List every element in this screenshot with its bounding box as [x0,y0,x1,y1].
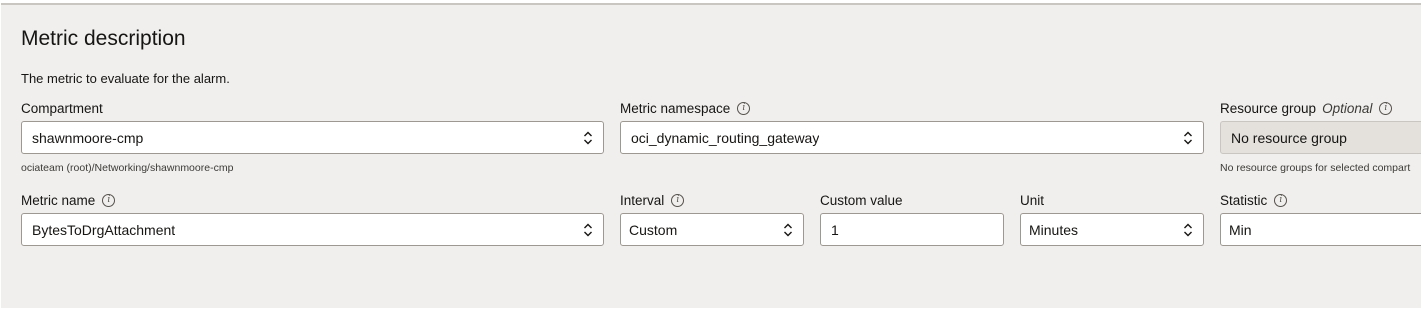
unit-select[interactable]: Minutes [1020,213,1204,246]
unit-value: Minutes [1029,221,1079,238]
statistic-value: Min [1229,221,1252,238]
chevron-up-down-icon [584,223,592,237]
statistic-label-text: Statistic [1220,193,1268,208]
section-description: The metric to evaluate for the alarm. [21,71,230,86]
info-icon[interactable]: i [102,194,116,207]
chevron-up-down-icon [784,223,792,237]
info-icon[interactable]: i [737,102,751,115]
custom-value-input[interactable]: 1 [820,213,1004,246]
metric-name-select[interactable]: BytesToDrgAttachment [21,213,604,246]
info-icon[interactable]: i [671,194,685,207]
section-title: Metric description [21,27,186,50]
unit-label-text: Unit [1020,193,1045,208]
metric-name-label: Metric name i [21,193,116,208]
metric-namespace-value: oci_dynamic_routing_gateway [631,129,820,146]
statistic-select[interactable]: Min [1220,213,1421,246]
compartment-path-hint: ociateam (root)/Networking/shawnmoore-cm… [21,162,234,174]
info-icon[interactable]: i [1379,102,1393,115]
compartment-select[interactable]: shawnmoore-cmp [21,121,604,154]
resource-group-label: Resource group Optional i [1220,101,1393,116]
metric-description-panel: Metric description The metric to evaluat… [1,3,1421,308]
chevron-up-down-icon [1184,131,1192,145]
interval-select[interactable]: Custom [620,213,804,246]
compartment-value: shawnmoore-cmp [32,129,144,146]
info-icon[interactable]: i [1274,194,1288,207]
metric-namespace-label-text: Metric namespace [620,101,731,116]
metric-name-value: BytesToDrgAttachment [32,221,176,238]
chevron-up-down-icon [584,131,592,145]
metric-name-label-text: Metric name [21,193,96,208]
interval-label-text: Interval [620,193,665,208]
interval-value: Custom [629,221,678,238]
chevron-up-down-icon [1184,223,1192,237]
custom-value-label-text: Custom value [820,193,903,208]
resource-group-label-text: Resource group [1220,101,1317,116]
resource-group-hint: No resource groups for selected compart [1220,162,1411,174]
interval-label: Interval i [620,193,685,208]
custom-value-label: Custom value [820,193,903,208]
resource-group-value: No resource group [1231,129,1347,146]
statistic-label: Statistic i [1220,193,1288,208]
compartment-label: Compartment [21,101,103,116]
metric-namespace-select[interactable]: oci_dynamic_routing_gateway [620,121,1204,154]
resource-group-select: No resource group [1220,121,1421,154]
unit-label: Unit [1020,193,1044,208]
compartment-label-text: Compartment [21,101,103,116]
custom-value-value: 1 [831,221,839,238]
optional-tag: Optional [1322,101,1373,116]
metric-namespace-label: Metric namespace i [620,101,751,116]
